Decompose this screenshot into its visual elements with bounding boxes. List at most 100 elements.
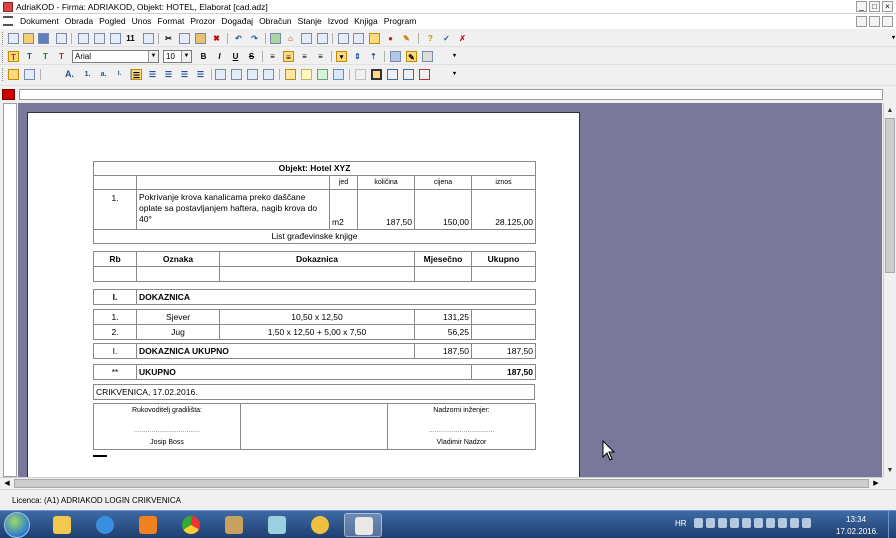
cancel-icon[interactable]: ✗ (457, 33, 468, 44)
print-icon[interactable] (56, 33, 67, 44)
valign-bottom-icon[interactable]: ▾ (336, 51, 347, 62)
color-swatch-3[interactable] (317, 69, 328, 80)
ie-taskbar-item[interactable] (86, 513, 124, 537)
menu-prozor[interactable]: Prozor (187, 16, 218, 27)
border-all-icon[interactable] (371, 69, 382, 80)
color-swatch-4[interactable] (333, 69, 344, 80)
sublist-icon[interactable]: ☰ (163, 69, 174, 80)
document-workspace[interactable]: Objekt: Hotel XYZ jed količina cijena iz… (18, 103, 882, 477)
menu-program[interactable]: Program (381, 16, 420, 27)
horizontal-scrollbar[interactable]: ◀ ▶ (0, 477, 883, 489)
text-style-1[interactable]: T (8, 51, 19, 62)
format-painter-icon[interactable] (390, 51, 401, 62)
flag-icon[interactable] (790, 518, 799, 528)
clock-time[interactable]: 13:34 (846, 515, 866, 524)
help-icon[interactable]: ? (425, 33, 436, 44)
toolbar-overflow-icon[interactable]: ▾ (449, 69, 460, 80)
cell-content-field[interactable] (19, 89, 883, 100)
text-style-3[interactable]: T (40, 51, 51, 62)
border-none-icon[interactable] (355, 69, 366, 80)
toolbar-grip[interactable] (2, 50, 5, 63)
numbering-upper-alpha[interactable]: A. (64, 69, 75, 80)
minimize-button[interactable]: _ (856, 1, 867, 12)
menu-stanje[interactable]: Stanje (295, 16, 325, 27)
window-icon[interactable] (338, 33, 349, 44)
doc-close-button[interactable] (882, 16, 893, 27)
maximize-button[interactable]: □ (869, 1, 880, 12)
print-preview-icon[interactable] (78, 33, 89, 44)
stop-icon[interactable]: ● (385, 33, 396, 44)
toolbar-grip[interactable] (2, 68, 5, 81)
chrome-taskbar-item[interactable] (172, 513, 210, 537)
redo-icon[interactable]: ↷ (249, 33, 260, 44)
font-select[interactable]: Arial ▼ (72, 50, 159, 63)
vertical-scrollbar[interactable]: ▲ ▼ (883, 103, 896, 477)
doc-minimize-button[interactable] (856, 16, 867, 27)
form-icon[interactable] (301, 33, 312, 44)
check-icon[interactable]: ✓ (441, 33, 452, 44)
tray-icon[interactable] (694, 518, 703, 528)
align-right-icon[interactable]: ≡ (299, 51, 310, 62)
text-style-4[interactable]: T (56, 51, 67, 62)
cut-icon[interactable]: ✂ (163, 33, 174, 44)
tray-icon[interactable] (706, 518, 715, 528)
page-number[interactable]: 11 (125, 33, 136, 44)
menu-dogadaj[interactable]: Događaj (218, 16, 256, 27)
volume-icon[interactable] (766, 518, 775, 528)
page-setup-icon[interactable] (263, 69, 274, 80)
app-taskbar-item[interactable] (258, 513, 296, 537)
page-layout-icon[interactable] (215, 69, 226, 80)
numbering-lower-alpha[interactable]: a. (98, 69, 109, 80)
scroll-down-icon[interactable]: ▼ (884, 465, 896, 477)
show-desktop-button[interactable] (888, 511, 896, 538)
strike-button[interactable]: S (246, 51, 257, 62)
scroll-right-icon[interactable]: ▶ (870, 478, 882, 489)
chevron-down-icon[interactable]: ▼ (181, 51, 191, 62)
menu-obrada[interactable]: Obrada (62, 16, 96, 27)
toolbar-grip[interactable] (2, 32, 5, 45)
document-page[interactable]: Objekt: Hotel XYZ jed količina cijena iz… (27, 112, 580, 477)
toolbar-overflow-icon[interactable]: ▾ (888, 33, 896, 44)
align-center-icon[interactable]: ≡ (283, 51, 294, 62)
document-menu-icon[interactable] (3, 16, 13, 26)
border-red-icon[interactable] (419, 69, 430, 80)
tray-icon[interactable] (742, 518, 751, 528)
tray-icon[interactable] (730, 518, 739, 528)
bullet-list-icon[interactable]: ☰ (179, 69, 190, 80)
footer-icon[interactable] (247, 69, 258, 80)
bold-button[interactable]: B (198, 51, 209, 62)
text-style-2[interactable]: T (24, 51, 35, 62)
clock-date[interactable]: 17.02.2016. (836, 527, 878, 536)
new-document-icon[interactable] (8, 33, 19, 44)
close-button[interactable]: × (882, 1, 893, 12)
outdent-icon[interactable]: ☰ (195, 69, 206, 80)
adriakod-taskbar-item[interactable] (344, 513, 382, 537)
save-icon[interactable] (38, 33, 49, 44)
menu-unos[interactable]: Unos (129, 16, 155, 27)
scroll-left-icon[interactable]: ◀ (1, 478, 13, 489)
table-row[interactable]: 1. Sjever 10,50 x 12,50 131,25 (93, 309, 536, 325)
menu-pogled[interactable]: Pogled (96, 16, 128, 27)
truck-icon[interactable] (353, 33, 364, 44)
doc-restore-button[interactable] (869, 16, 880, 27)
align-left-icon[interactable]: ≡ (267, 51, 278, 62)
app-icon[interactable] (3, 2, 13, 12)
header-icon[interactable] (231, 69, 242, 80)
paragraph-list-icon[interactable] (24, 69, 35, 80)
table-row[interactable]: 2. Jug 1,50 x 12,50 + 5,00 x 7,50 56,25 (93, 324, 536, 340)
media-taskbar-item[interactable] (129, 513, 167, 537)
tray-icon[interactable] (718, 518, 727, 528)
italic-button[interactable]: I (214, 51, 225, 62)
chevron-down-icon[interactable]: ▼ (148, 51, 158, 62)
numbering-roman[interactable]: I. (114, 69, 125, 80)
brush-icon[interactable]: ✎ (401, 33, 412, 44)
valign-top-icon[interactable]: ⇡ (368, 51, 379, 62)
menu-dokument[interactable]: Dokument (17, 16, 62, 27)
paint-taskbar-item[interactable] (215, 513, 253, 537)
justify-icon[interactable]: ≡ (315, 51, 326, 62)
table-icon[interactable] (317, 33, 328, 44)
valign-middle-icon[interactable]: ⇕ (352, 51, 363, 62)
color-swatch-2[interactable] (301, 69, 312, 80)
page-view-icon[interactable] (110, 33, 121, 44)
menu-obracun[interactable]: Obračun (256, 16, 295, 27)
